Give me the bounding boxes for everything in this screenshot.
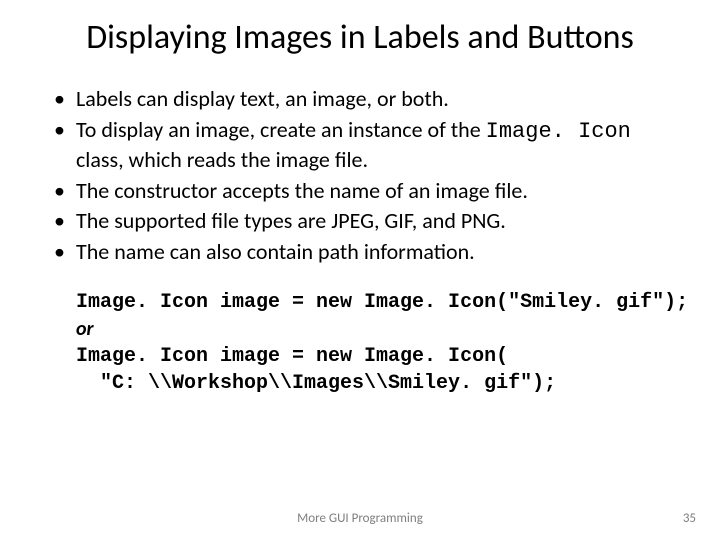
bullet-text: Labels can display text, an image, or bo…	[76, 85, 449, 112]
bullet-text: The constructor accepts the name of an i…	[76, 177, 528, 204]
list-item: The name can also contain path informati…	[50, 238, 678, 267]
inline-code: Image. Icon	[486, 119, 631, 144]
code-line: Image. Icon image = new Image. Icon(	[76, 343, 690, 370]
list-item: Labels can display text, an image, or bo…	[50, 85, 678, 114]
page-number: 35	[683, 511, 696, 526]
list-item: The constructor accepts the name of an i…	[50, 177, 678, 206]
bullet-text: The name can also contain path informati…	[76, 238, 475, 265]
bullet-text: To display an image, create an instance …	[76, 116, 486, 143]
code-or: or	[76, 316, 690, 343]
code-line: Image. Icon image = new Image. Icon("Smi…	[76, 289, 690, 316]
code-line: "C: \\Workshop\\Images\\Smiley. gif");	[76, 370, 690, 397]
bullet-list: Labels can display text, an image, or bo…	[30, 85, 690, 267]
list-item: The supported file types are JPEG, GIF, …	[50, 207, 678, 236]
code-block: Image. Icon image = new Image. Icon("Smi…	[76, 289, 690, 397]
slide: Displaying Images in Labels and Buttons …	[0, 0, 720, 540]
bullet-text: The supported file types are JPEG, GIF, …	[76, 207, 506, 234]
footer-text: More GUI Programming	[0, 511, 720, 526]
slide-title: Displaying Images in Labels and Buttons	[70, 18, 650, 57]
bullet-text: class, which reads the image file.	[76, 146, 368, 173]
list-item: To display an image, create an instance …	[50, 116, 678, 175]
